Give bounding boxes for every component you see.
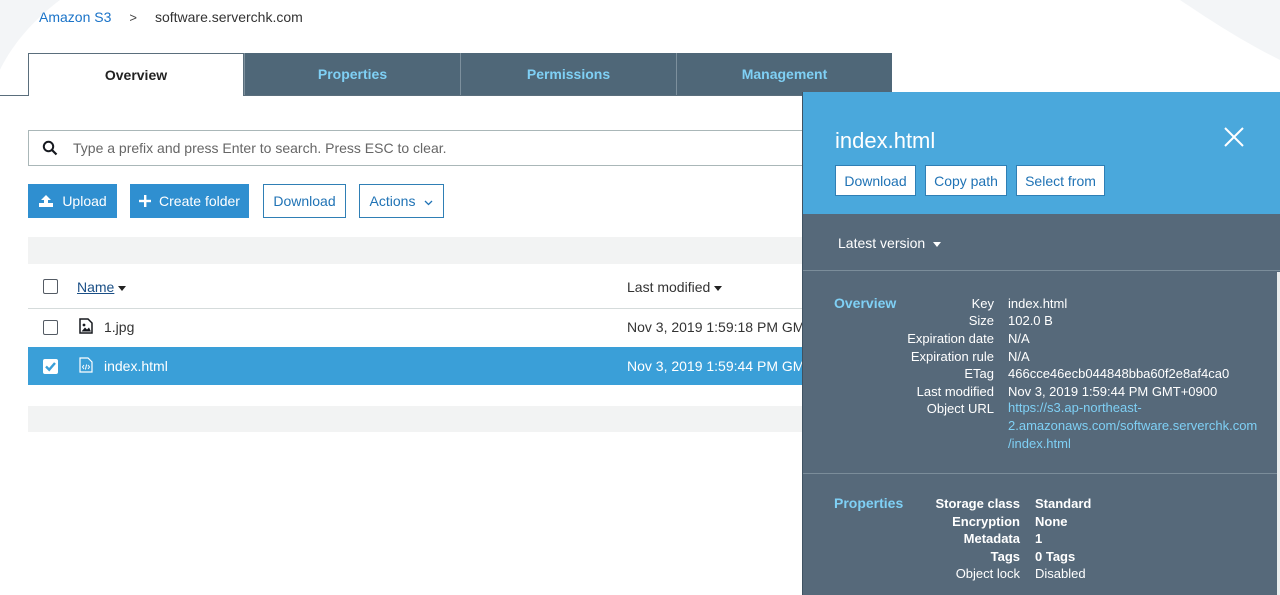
version-label: Latest version	[838, 235, 926, 251]
table-header-row: Name Last modified	[28, 266, 818, 309]
search-bar	[28, 130, 818, 166]
metadata-value: 1	[1035, 531, 1043, 546]
last-modified-column-header[interactable]: Last modified	[627, 279, 723, 295]
etag-value: 466cce46ecb044848bba60f2e8af4ca0	[1008, 366, 1230, 381]
object-lock-label: Object lock	[955, 566, 1020, 581]
tags-label: Tags	[990, 549, 1020, 564]
upload-label: Upload	[62, 193, 107, 209]
image-file-icon	[79, 318, 93, 337]
storage-class-label: Storage class	[935, 496, 1020, 511]
sort-caret-icon	[714, 285, 723, 291]
upload-icon	[38, 194, 54, 208]
file-name[interactable]: 1.jpg	[104, 319, 134, 335]
panel-divider	[803, 473, 1280, 474]
search-icon	[29, 140, 71, 156]
object-url-line: 2.amazonaws.com/software.serverchk.com	[1008, 418, 1258, 433]
object-url-label: Object URL	[926, 401, 994, 416]
breadcrumb-root-link[interactable]: Amazon S3	[39, 9, 111, 25]
upload-button[interactable]: Upload	[28, 184, 117, 218]
table-bottom-band	[28, 406, 818, 432]
search-input[interactable]	[71, 139, 817, 157]
row-checkbox-checked[interactable]	[43, 359, 58, 374]
checkmark-icon	[45, 362, 56, 372]
size-value: 102.0 B	[1008, 313, 1053, 328]
encryption-value: None	[1035, 514, 1068, 529]
tab-properties[interactable]: Properties	[244, 53, 460, 95]
expiration-rule-value: N/A	[1008, 349, 1030, 364]
tab-bar: Overview Properties Permissions Manageme…	[28, 53, 892, 96]
object-url-line: https://s3.ap-northeast-	[1008, 400, 1142, 415]
html-file-icon	[79, 357, 93, 376]
breadcrumb: Amazon S3 > software.serverchk.com	[39, 9, 303, 25]
create-folder-button[interactable]: Create folder	[130, 184, 249, 218]
object-url-link[interactable]: https://s3.ap-northeast- 2.amazonaws.com…	[1008, 399, 1270, 453]
version-dropdown[interactable]: Latest version	[838, 235, 942, 251]
expiration-date-value: N/A	[1008, 331, 1030, 346]
etag-label: ETag	[964, 366, 994, 381]
panel-title: index.html	[835, 128, 936, 153]
table-row[interactable]: 1.jpg Nov 3, 2019 1:59:18 PM GMT	[28, 308, 818, 346]
object-url-line: /index.html	[1008, 436, 1071, 451]
last-modified-label: Last modified	[916, 384, 994, 399]
chevron-down-icon	[424, 193, 433, 209]
table-row[interactable]: index.html Nov 3, 2019 1:59:44 PM GMT	[28, 347, 818, 385]
actions-label: Actions	[369, 193, 416, 209]
row-checkbox[interactable]	[43, 320, 58, 335]
object-lock-value: Disabled	[1035, 566, 1086, 581]
overview-section-title: Overview	[834, 295, 897, 311]
tags-value: 0 Tags	[1035, 549, 1076, 564]
name-header-label: Name	[77, 279, 115, 295]
sort-caret-icon	[118, 285, 127, 291]
panel-header: index.html Download Copy path Select fro…	[803, 92, 1280, 214]
last-modified-header-label: Last modified	[627, 279, 711, 295]
plus-icon	[139, 195, 152, 207]
actions-dropdown[interactable]: Actions	[359, 184, 444, 218]
expiration-rule-label: Expiration rule	[910, 349, 994, 364]
last-modified-value: Nov 3, 2019 1:59:44 PM GMT+0900	[1008, 384, 1218, 399]
key-value: index.html	[1008, 296, 1068, 311]
caret-down-icon	[933, 241, 942, 247]
key-label: Key	[971, 296, 994, 311]
select-from-button[interactable]: Select from	[1016, 165, 1105, 196]
tab-overview[interactable]: Overview	[28, 53, 244, 96]
storage-class-value: Standard	[1035, 496, 1092, 511]
panel-download-button[interactable]: Download	[835, 165, 916, 196]
tab-underline-left	[0, 95, 28, 96]
breadcrumb-current: software.serverchk.com	[154, 9, 303, 25]
tab-permissions[interactable]: Permissions	[460, 53, 676, 95]
tab-management[interactable]: Management	[676, 53, 892, 95]
encryption-label: Encryption	[952, 514, 1020, 529]
table-top-band	[28, 237, 818, 264]
create-folder-label: Create folder	[159, 193, 240, 209]
expiration-date-label: Expiration date	[907, 331, 994, 346]
name-column-header[interactable]: Name	[77, 279, 127, 295]
object-details-panel: index.html Download Copy path Select fro…	[802, 92, 1280, 595]
file-last-modified: Nov 3, 2019 1:59:44 PM GMT	[627, 358, 813, 374]
file-last-modified: Nov 3, 2019 1:59:18 PM GMT	[627, 319, 813, 335]
breadcrumb-separator: >	[129, 9, 137, 25]
select-all-checkbox[interactable]	[43, 279, 58, 294]
copy-path-button[interactable]: Copy path	[925, 165, 1007, 196]
properties-section-title: Properties	[834, 495, 904, 511]
panel-divider	[803, 270, 1280, 271]
metadata-label: Metadata	[963, 531, 1020, 546]
close-icon[interactable]	[1223, 126, 1245, 151]
file-name[interactable]: index.html	[104, 358, 168, 374]
download-button[interactable]: Download	[263, 184, 346, 218]
size-label: Size	[968, 313, 994, 328]
